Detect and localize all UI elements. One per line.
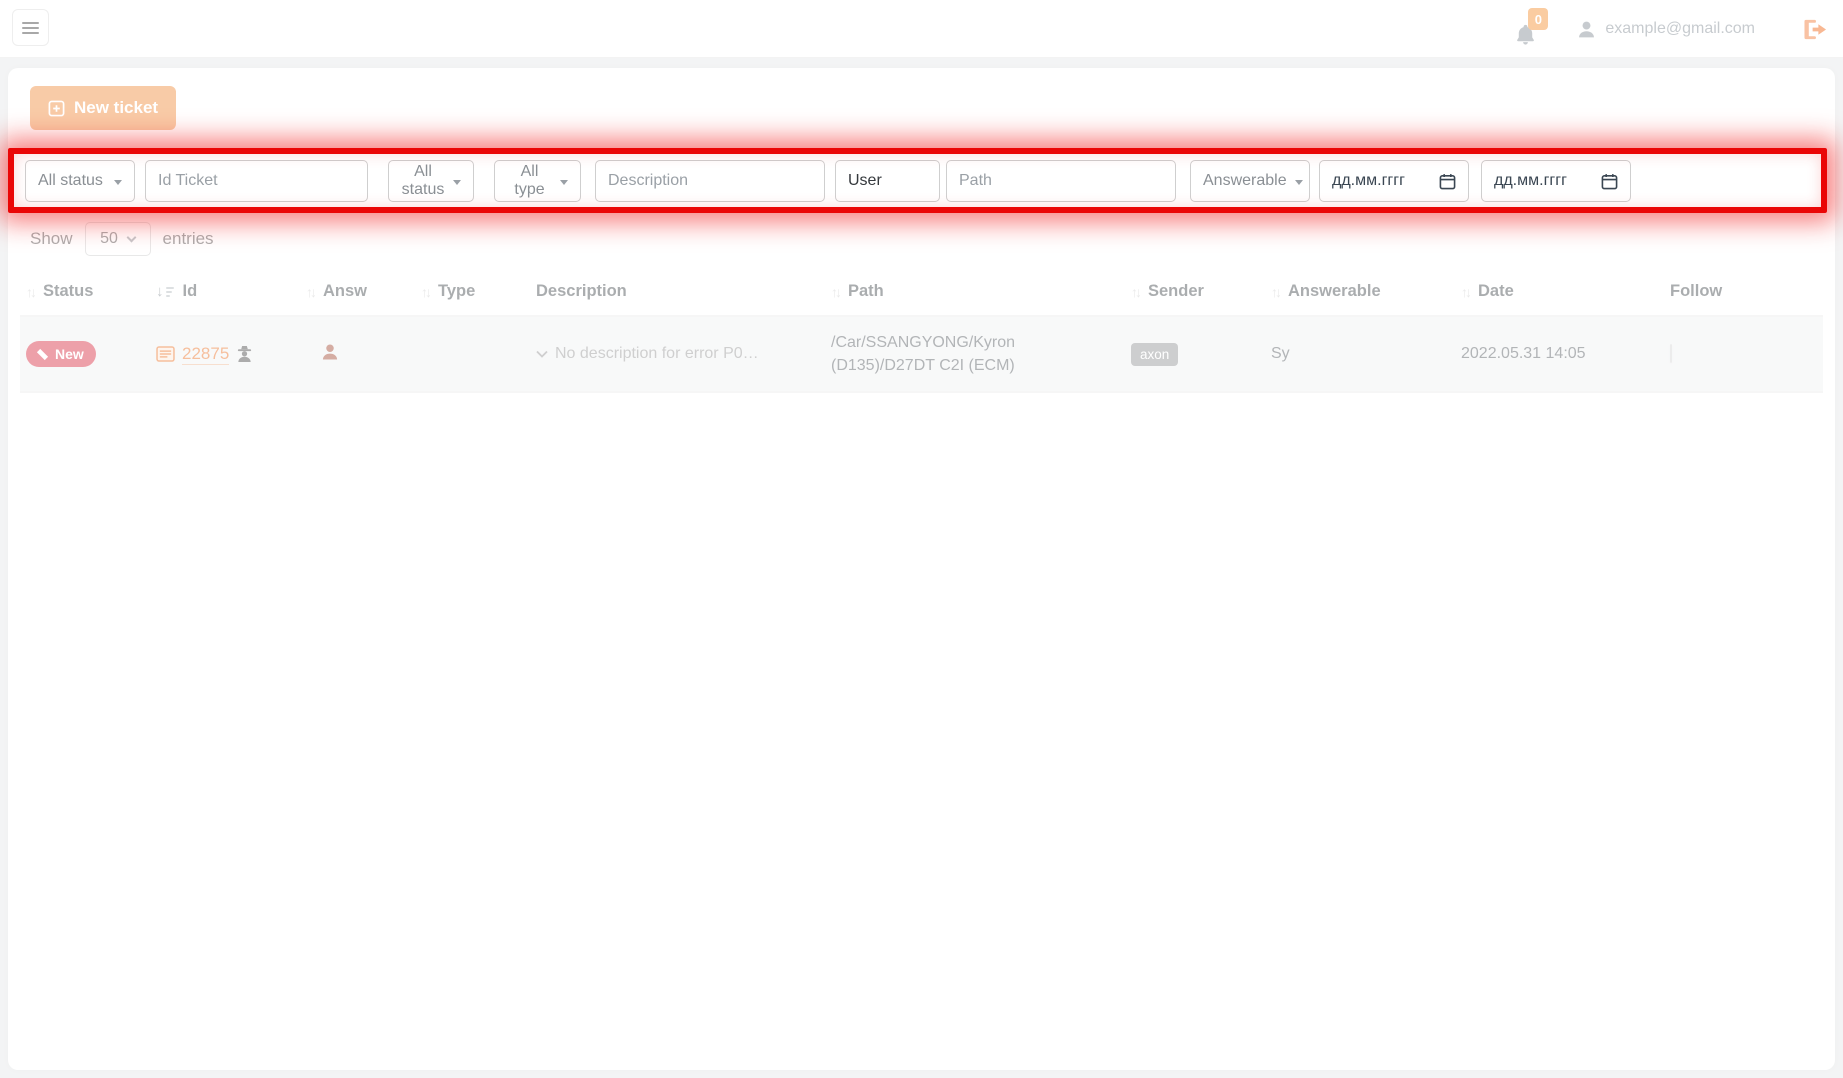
- col-label: Follow: [1670, 282, 1722, 301]
- user-email: example@gmail.com: [1605, 20, 1755, 38]
- sort-icon[interactable]: ↑↓: [26, 284, 34, 300]
- col-label[interactable]: Date: [1478, 282, 1514, 301]
- status-filter-select[interactable]: All status: [25, 160, 135, 202]
- hamburger-menu-button[interactable]: [12, 9, 49, 46]
- col-header-type: ↑↓ Type: [415, 270, 530, 316]
- tickets-table: ↑↓ Status ↓ Id ↑↓ Answ ↑↓ Type Descripti…: [20, 270, 1823, 393]
- calendar-icon: [1601, 173, 1618, 190]
- col-label[interactable]: Sender: [1148, 282, 1204, 301]
- col-header-sender: ↑↓ Sender: [1125, 270, 1265, 316]
- notification-count-badge: 0: [1528, 8, 1548, 30]
- sort-icon[interactable]: ↑↓: [831, 284, 839, 300]
- filter-row: All status All status All type Answerabl…: [20, 160, 1823, 202]
- answerable-filter-label: Answerable: [1203, 172, 1287, 190]
- description-filter-input[interactable]: [595, 160, 825, 202]
- path-text: /Car/SSANGYONG/Kyron (D135)/D27DT C2I (E…: [831, 331, 1036, 377]
- col-header-path: ↑↓ Path: [825, 270, 1125, 316]
- calendar-icon: [1439, 173, 1456, 190]
- ticket-card-icon: [156, 346, 175, 362]
- col-label[interactable]: Type: [438, 282, 475, 301]
- col-header-date: ↑↓ Date: [1455, 270, 1650, 316]
- content-card: New ticket All status All status All typ…: [8, 68, 1835, 1070]
- answerable-text: Sy: [1271, 345, 1290, 362]
- user-account[interactable]: example@gmail.com: [1576, 19, 1755, 40]
- cell-id: 22875: [150, 316, 300, 392]
- status-badge-label: New: [55, 346, 84, 362]
- status2-filter-select[interactable]: All status: [388, 160, 474, 202]
- entries-label: entries: [163, 229, 214, 249]
- type-filter-label: All type: [507, 163, 552, 199]
- col-label[interactable]: Path: [848, 282, 884, 301]
- plus-square-icon: [48, 100, 65, 117]
- sender-badge: axon: [1131, 343, 1178, 366]
- col-header-description: Description: [530, 270, 825, 316]
- page-size-row: Show 50 entries: [20, 222, 1823, 256]
- user-icon: [1576, 19, 1597, 40]
- new-ticket-label: New ticket: [74, 98, 158, 118]
- date-to-placeholder: дд.мм.гггг: [1494, 172, 1567, 190]
- status-filter-label: All status: [38, 172, 103, 190]
- new-ticket-button[interactable]: New ticket: [30, 86, 176, 130]
- col-label[interactable]: Description: [536, 282, 627, 301]
- page-size-select[interactable]: 50: [85, 222, 151, 256]
- ticket-icon: [36, 348, 49, 361]
- col-header-answ: ↑↓ Answ: [300, 270, 415, 316]
- table-header-row: ↑↓ Status ↓ Id ↑↓ Answ ↑↓ Type Descripti…: [20, 270, 1823, 316]
- cell-date: 2022.05.31 14:05: [1455, 316, 1650, 392]
- topbar: 0 example@gmail.com: [0, 0, 1843, 58]
- col-header-id: ↓ Id: [150, 270, 300, 316]
- status2-filter-label: All status: [401, 163, 445, 199]
- col-label[interactable]: Answerable: [1288, 282, 1381, 301]
- path-filter-input[interactable]: [946, 160, 1176, 202]
- cell-follow: [1650, 316, 1823, 392]
- col-label[interactable]: Status: [43, 282, 93, 301]
- id-ticket-input[interactable]: [145, 160, 368, 202]
- sort-icon[interactable]: ↑↓: [306, 284, 314, 300]
- col-label[interactable]: Id: [183, 282, 198, 301]
- col-header-follow: Follow: [1650, 270, 1823, 316]
- col-header-status: ↑↓ Status: [20, 270, 150, 316]
- chevron-down-icon: [126, 232, 136, 242]
- date-text: 2022.05.31 14:05: [1461, 345, 1586, 362]
- cell-description: No description for error P0…: [530, 316, 825, 392]
- user-secret-icon: [236, 345, 253, 363]
- cell-path: /Car/SSANGYONG/Kyron (D135)/D27DT C2I (E…: [825, 316, 1125, 392]
- follow-checkbox[interactable]: [1670, 344, 1672, 363]
- description-text: No description for error P0…: [555, 345, 759, 363]
- sign-out-icon: [1803, 18, 1828, 41]
- type-filter-select[interactable]: All type: [494, 160, 581, 202]
- date-from-placeholder: дд.мм.гггг: [1332, 172, 1405, 190]
- logout-button[interactable]: [1803, 18, 1828, 41]
- cell-sender: axon: [1125, 316, 1265, 392]
- chevron-down-icon: [453, 180, 461, 185]
- date-from-input[interactable]: дд.мм.гггг: [1319, 160, 1469, 202]
- col-header-answerable: ↑↓ Answerable: [1265, 270, 1455, 316]
- col-label[interactable]: Answ: [323, 282, 367, 301]
- page-size-value: 50: [100, 230, 118, 248]
- chevron-down-icon: [1295, 180, 1303, 185]
- sort-icon[interactable]: ↑↓: [1271, 284, 1279, 300]
- person-icon: [320, 342, 340, 362]
- sort-icon[interactable]: ↑↓: [421, 284, 429, 300]
- sort-desc-icon[interactable]: ↓: [156, 285, 174, 299]
- date-to-input[interactable]: дд.мм.гггг: [1481, 160, 1631, 202]
- status-badge: New: [26, 341, 96, 367]
- cell-answ: [300, 316, 415, 392]
- topbar-right: 0 example@gmail.com: [1514, 0, 1828, 58]
- chevron-down-icon: [114, 180, 122, 185]
- chevron-down-icon[interactable]: [536, 350, 548, 358]
- cell-status: New: [20, 316, 150, 392]
- table-row[interactable]: New 22875: [20, 316, 1823, 392]
- user-filter-input[interactable]: [835, 160, 940, 202]
- sort-icon[interactable]: ↑↓: [1131, 284, 1139, 300]
- cell-answerable: Sy: [1265, 316, 1455, 392]
- show-label: Show: [30, 229, 73, 249]
- ticket-id-link[interactable]: 22875: [182, 344, 229, 365]
- cell-type: [415, 316, 530, 392]
- chevron-down-icon: [560, 180, 568, 185]
- sort-icon[interactable]: ↑↓: [1461, 284, 1469, 300]
- notifications-button[interactable]: 0: [1514, 12, 1540, 46]
- answerable-filter-select[interactable]: Answerable: [1190, 160, 1310, 202]
